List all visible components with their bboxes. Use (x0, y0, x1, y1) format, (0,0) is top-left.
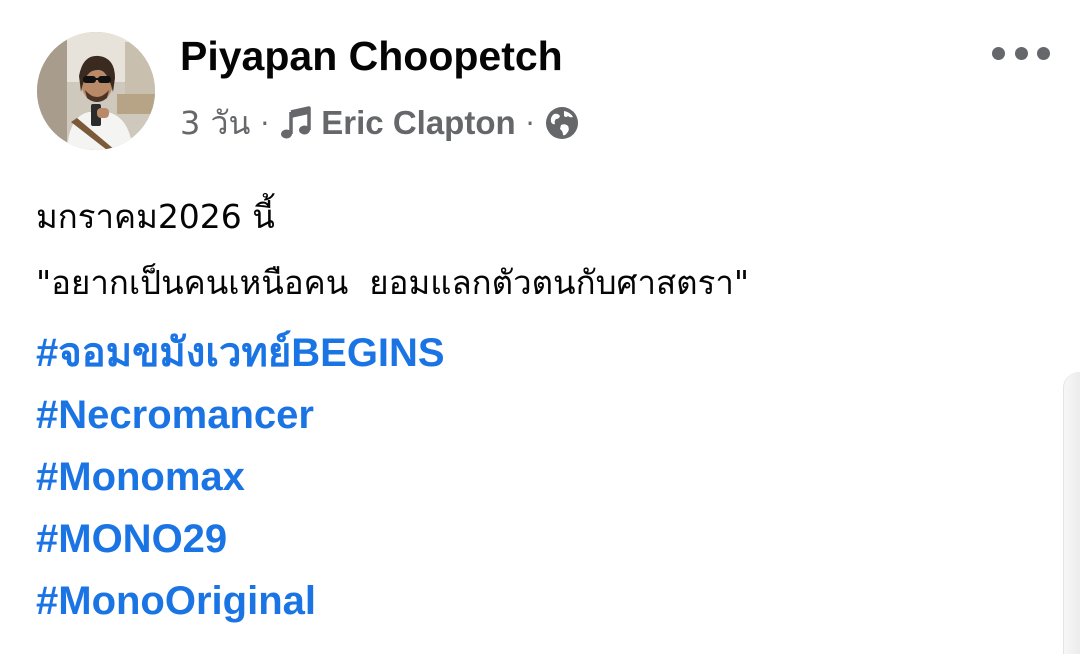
hashtag-link[interactable]: #Monomax (36, 446, 1046, 508)
post-text-line: "อยากเป็นคนเหนือคน ยอมแลกตัวตนกับศาสตรา" (36, 263, 750, 302)
side-panel-edge (1063, 372, 1080, 654)
post-content: มกราคม2026 นี้ "อยากเป็นคนเหนือคน ยอมแลก… (36, 184, 1046, 632)
globe-icon[interactable] (545, 106, 579, 140)
meta-separator: · (525, 106, 535, 140)
hashtag-link[interactable]: #MONO29 (36, 508, 1046, 570)
song-link[interactable]: Eric Clapton (321, 104, 515, 142)
post-meta: 3 วัน · Eric Clapton · (180, 100, 579, 146)
more-dot (992, 46, 1005, 60)
hashtag-link[interactable]: #MonoOriginal (36, 570, 1046, 632)
music-note-icon (279, 106, 313, 140)
post-text-line: มกราคม2026 นี้ (36, 197, 275, 236)
meta-separator: · (260, 106, 270, 140)
hashtag-link[interactable]: #Necromancer (36, 384, 1046, 446)
post-header: Piyapan Choopetch 3 วัน · Eric Clapton · (0, 0, 1080, 170)
more-dot (1037, 46, 1050, 60)
post-time[interactable]: 3 วัน (180, 98, 250, 149)
hashtag-link[interactable]: #จอมขมังเวทย์BEGINS (36, 322, 1046, 384)
avatar-image (37, 32, 155, 150)
author-name[interactable]: Piyapan Choopetch (180, 30, 563, 82)
more-dot (1014, 46, 1028, 60)
avatar[interactable] (37, 32, 155, 150)
more-options-icon[interactable] (992, 38, 1050, 68)
